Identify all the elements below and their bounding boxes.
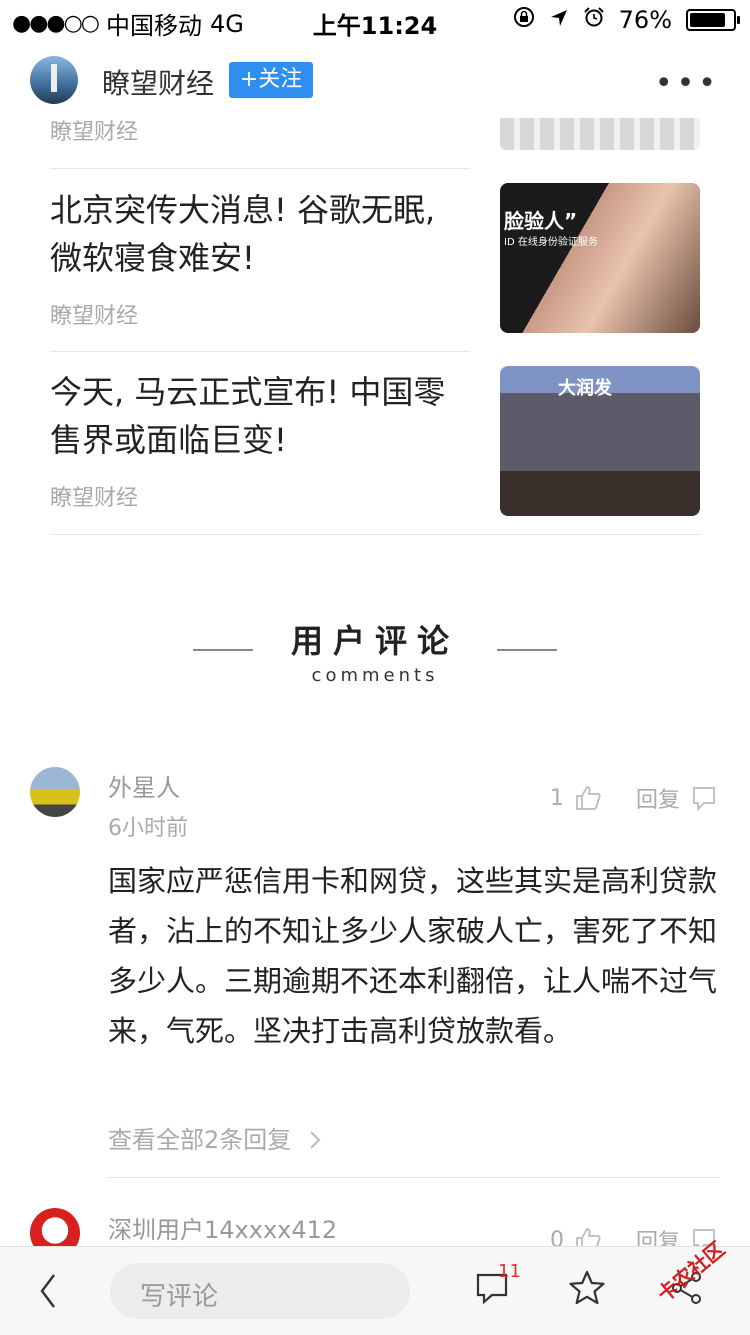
battery-icon — [686, 9, 740, 31]
article-source: 瞭望财经 — [50, 120, 139, 145]
alarm-icon — [583, 6, 605, 34]
status-bar: ●●●○○ 中国移动 4G 上午11:24 76% — [0, 0, 750, 42]
follow-button[interactable]: +关注 — [229, 62, 313, 98]
publisher-header: 瞭望财经 +关注 ••• — [0, 42, 750, 120]
thumbnail-caption: 大润发 — [558, 378, 612, 399]
reply-label[interactable]: 回复 — [636, 782, 680, 814]
comment-username[interactable]: 外星人 — [108, 768, 180, 803]
publisher-avatar[interactable] — [30, 56, 78, 104]
divider — [50, 534, 700, 535]
write-comment-input[interactable]: 写评论 — [110, 1263, 410, 1319]
article-source: 瞭望财经 — [50, 304, 139, 329]
comment-count-badge: 11 — [498, 1261, 521, 1282]
reply-icon[interactable] — [690, 784, 718, 812]
rotation-lock-icon — [513, 6, 535, 34]
divider — [50, 168, 470, 169]
more-options-icon[interactable]: ••• — [655, 66, 720, 101]
chevron-right-icon — [309, 1126, 321, 1154]
publisher-name[interactable]: 瞭望财经 — [102, 62, 214, 102]
comments-subtitle: comments — [311, 665, 439, 686]
comments-title: 用户评论 — [290, 622, 459, 660]
divider — [108, 1177, 720, 1178]
favorite-star-icon[interactable] — [568, 1269, 606, 1311]
location-icon — [549, 6, 569, 34]
back-icon[interactable] — [36, 1271, 60, 1315]
input-placeholder: 写评论 — [140, 1282, 219, 1312]
thumbnail-caption: 脸验人” — [504, 209, 578, 233]
divider — [50, 351, 470, 352]
comment-body: 国家应严惩信用卡和网贷，这些其实是高利贷款者，沾上的不知让多少人家破人亡，害死了… — [108, 864, 718, 1048]
article-title[interactable]: 今天, 马云正式宣布! 中国零售界或面临巨变! — [50, 368, 470, 464]
like-count: 1 — [549, 785, 564, 811]
article-thumbnail[interactable]: 大润发 — [500, 366, 700, 516]
battery-percent: 76% — [618, 6, 672, 34]
bottom-toolbar: 写评论 11 — [0, 1246, 750, 1335]
article-title[interactable]: 北京突传大消息! 谷歌无眠, 微软寝食难安! — [50, 186, 470, 282]
comment-username[interactable]: 深圳用户14xxxx412 — [108, 1210, 337, 1245]
view-all-replies-link[interactable]: 查看全部2条回复 — [108, 1120, 321, 1155]
comment-time: 6小时前 — [108, 816, 188, 841]
article-source: 瞭望财经 — [50, 486, 139, 511]
article-thumbnail[interactable]: 脸验人” ID 在线身份验证服务 — [500, 183, 700, 333]
article-thumbnail[interactable] — [500, 118, 700, 150]
thumbnail-subcaption: ID 在线身份验证服务 — [504, 237, 598, 248]
like-icon[interactable] — [574, 784, 602, 812]
avatar[interactable] — [30, 767, 80, 817]
